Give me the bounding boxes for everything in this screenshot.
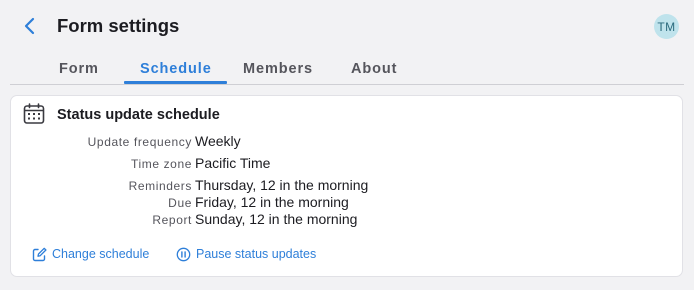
field-value-report: Sunday, 12 in the morning — [195, 211, 358, 227]
field-value-reminders: Thursday, 12 in the morning — [195, 177, 369, 193]
calendar-icon — [23, 103, 45, 124]
tab-about[interactable]: About — [351, 61, 397, 77]
avatar[interactable]: TM — [654, 14, 679, 39]
edit-icon — [32, 247, 47, 261]
tab-form[interactable]: Form — [59, 61, 99, 77]
schedule-card: Status update schedule Update frequency … — [10, 95, 683, 277]
chevron-left-icon — [24, 17, 35, 35]
change-schedule-label: Change schedule — [52, 247, 150, 261]
page-title: Form settings — [57, 15, 180, 36]
schedule-title: Status update schedule — [57, 107, 220, 123]
field-label-due: Due — [168, 196, 192, 210]
pause-status-updates-button[interactable]: Pause status updates — [176, 245, 316, 263]
tab-bar: Form Schedule Members About — [10, 56, 684, 85]
app-header: Form settings TM — [0, 0, 694, 54]
tab-members[interactable]: Members — [243, 61, 313, 77]
change-schedule-button[interactable]: Change schedule — [32, 245, 149, 263]
field-label-reminders: Reminders — [128, 179, 192, 193]
field-value-frequency: Weekly — [195, 133, 241, 149]
field-value-timezone: Pacific Time — [195, 155, 271, 171]
field-value-due: Friday, 12 in the morning — [195, 194, 349, 210]
active-tab-indicator — [124, 81, 227, 84]
field-label-frequency: Update frequency — [87, 135, 192, 149]
field-label-report: Report — [152, 213, 192, 227]
back-button[interactable] — [18, 14, 42, 38]
tab-schedule[interactable]: Schedule — [140, 61, 212, 77]
field-label-timezone: Time zone — [131, 157, 192, 171]
pause-circle-icon — [176, 247, 191, 261]
pause-status-updates-label: Pause status updates — [196, 247, 317, 261]
